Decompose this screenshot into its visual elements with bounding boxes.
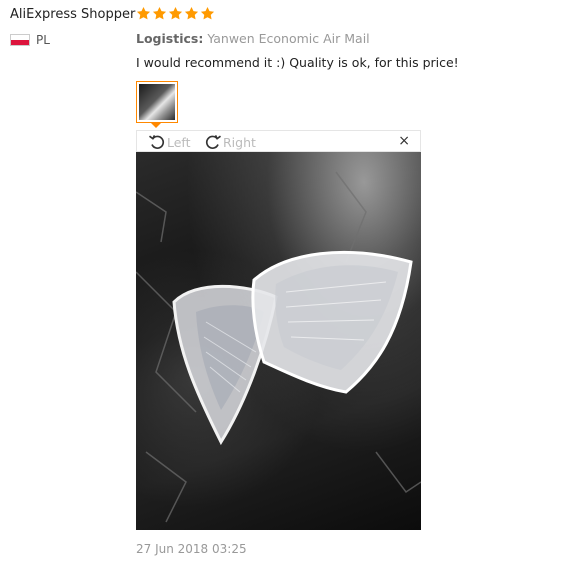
rotate-left-label: Left xyxy=(167,134,191,150)
review-date: 27 Jun 2018 03:25 xyxy=(136,542,247,556)
thumbnail-image xyxy=(139,84,175,120)
star-rating xyxy=(136,6,215,21)
review-author: AliExpress Shopper xyxy=(10,7,136,22)
rotate-right-button[interactable]: Right xyxy=(203,132,256,152)
rotate-left-icon xyxy=(149,134,165,149)
rotate-left-button[interactable]: Left xyxy=(147,132,191,152)
logistics-value: Yanwen Economic Air Mail xyxy=(207,31,370,46)
review-text: I would recommend it :) Quality is ok, f… xyxy=(136,55,459,70)
review-photo-large xyxy=(136,152,421,530)
star-icon xyxy=(184,6,199,20)
thumbnail-selected-caret xyxy=(151,123,161,128)
image-viewer-toolbar: Left Right × xyxy=(136,130,421,152)
logistics-label: Logistics: xyxy=(136,31,204,46)
poland-flag-icon xyxy=(10,34,30,46)
star-icon xyxy=(152,6,167,20)
review-photo-thumbnail[interactable] xyxy=(136,81,178,123)
country-code: PL xyxy=(36,33,50,47)
rotate-right-label: Right xyxy=(223,134,256,150)
star-icon xyxy=(136,6,151,20)
reviewer-country: PL xyxy=(10,33,50,47)
star-icon xyxy=(200,6,215,20)
close-viewer-button[interactable]: × xyxy=(398,133,410,149)
star-icon xyxy=(168,6,183,20)
rotate-right-icon xyxy=(205,134,221,149)
logistics-info: Logistics: Yanwen Economic Air Mail xyxy=(136,31,370,46)
product-photo xyxy=(136,171,421,523)
